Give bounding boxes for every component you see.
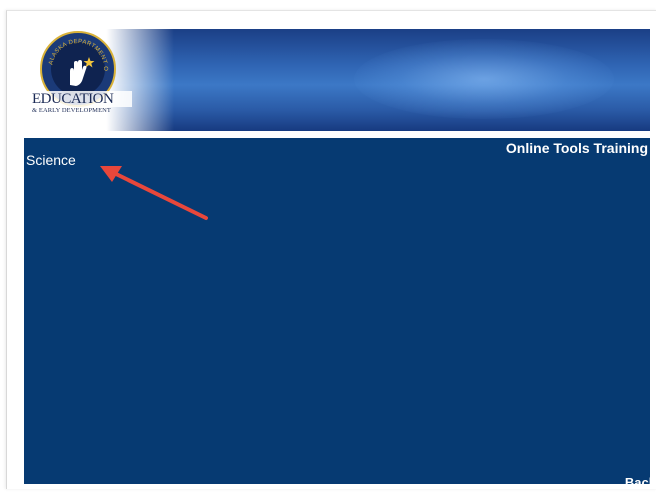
department-logo: ALASKA DEPARTMENT OF EDUCATION & EARLY D… — [32, 31, 132, 125]
screenshot-frame: ALASKA DEPARTMENT OF EDUCATION & EARLY D… — [0, 0, 656, 495]
logo-title: EDUCATION — [32, 91, 132, 107]
header-banner: ALASKA DEPARTMENT OF EDUCATION & EARLY D… — [24, 29, 650, 131]
back-button[interactable]: Back — [625, 475, 650, 484]
section-label-science: Science — [26, 152, 76, 168]
red-arrow-icon — [100, 166, 208, 220]
banner-divider — [24, 131, 650, 138]
banner-glow — [354, 39, 614, 119]
page-title: Online Tools Training — [505, 140, 648, 156]
logo-subtitle: & EARLY DEVELOPMENT — [32, 107, 112, 114]
